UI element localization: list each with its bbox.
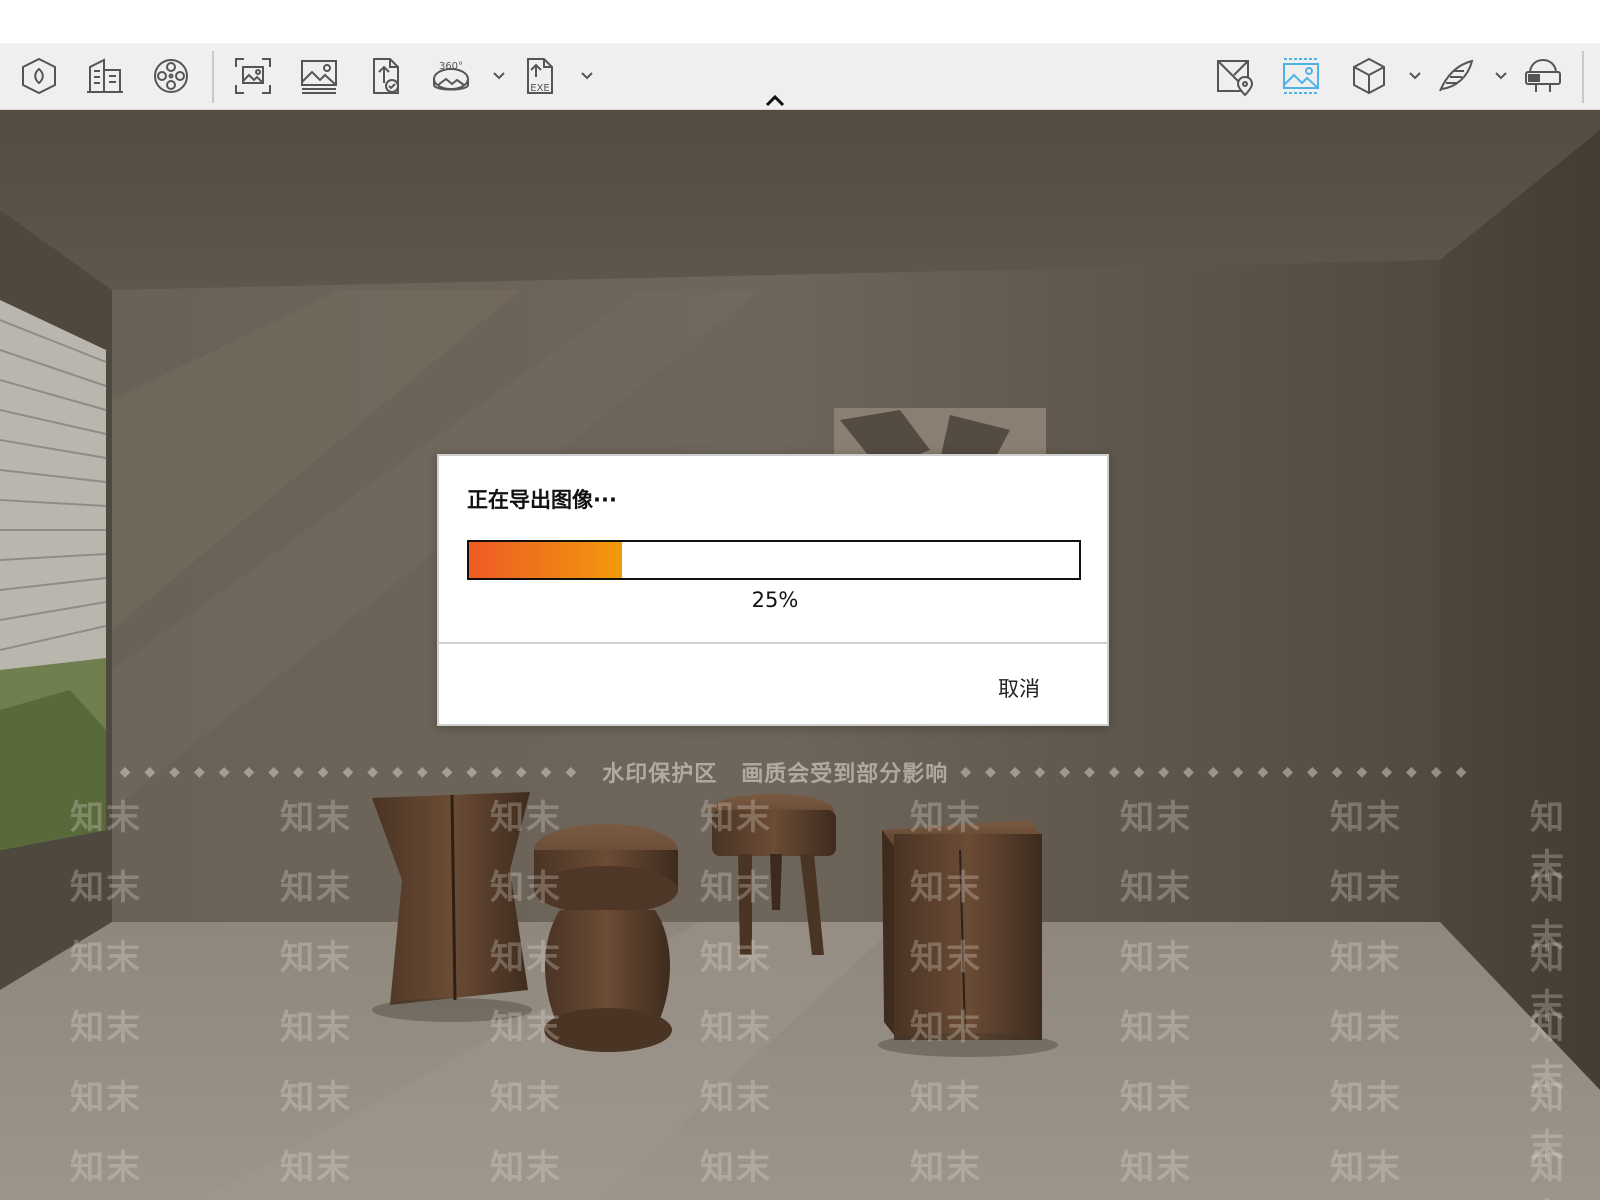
cancel-button[interactable]: 取消 [979,668,1059,708]
cube-icon[interactable] [1344,53,1394,99]
film-reel-icon[interactable] [146,53,196,99]
watermark-diamonds: ◆◆◆◆◆◆◆◆◆◆◆◆◆◆◆◆◆◆◆◆◆ [960,764,1481,780]
dialog-title: 正在导出图像··· [467,488,617,512]
image-active-icon[interactable] [1276,53,1326,99]
feather-icon[interactable] [1430,53,1480,99]
panorama-dropdown-chevron-down-icon[interactable] [490,65,508,87]
image-icon[interactable] [294,53,344,99]
collapse-toolbar-chevron-up-icon[interactable] [762,93,788,109]
app-window: 360° EXE ◆◆◆◆◆◆◆◆◆◆◆◆◆◆◆◆◆◆◆ 水印保护区 画质会受到… [0,0,1600,1200]
building-icon[interactable] [80,53,130,99]
export-progress-dialog: 正在导出图像··· 25% 取消 [437,454,1109,726]
dialog-divider [439,642,1107,644]
toolbar-separator [212,51,214,103]
watermark-diamonds: ◆◆◆◆◆◆◆◆◆◆◆◆◆◆◆◆◆◆◆ [119,764,591,780]
vr-headset-icon[interactable] [1518,53,1568,99]
export-exe-icon[interactable]: EXE [514,53,564,99]
cube-dropdown-chevron-down-icon[interactable] [1406,65,1424,87]
progress-percent-label: 25% [751,588,799,612]
watermark-text-quality: 画质会受到部分影响 [741,762,949,787]
export-file-icon[interactable] [360,53,410,99]
capture-frame-icon[interactable] [228,53,278,99]
svg-text:EXE: EXE [530,83,550,94]
watermark-text-protect: 水印保护区 [602,762,718,787]
main-toolbar: 360° EXE [0,43,1600,110]
svg-text:360°: 360° [439,61,463,72]
toolbar-separator [1582,51,1584,103]
panorama-360-icon[interactable]: 360° [426,53,476,99]
title-bar [0,0,1600,43]
exe-dropdown-chevron-down-icon[interactable] [578,65,596,87]
progress-bar [467,540,1081,580]
feather-dropdown-chevron-down-icon[interactable] [1492,65,1510,87]
render-icon[interactable] [14,53,64,99]
progress-bar-fill [469,542,622,578]
watermark-band: ◆◆◆◆◆◆◆◆◆◆◆◆◆◆◆◆◆◆◆ 水印保护区 画质会受到部分影响 ◆◆◆◆… [0,752,1600,792]
map-pin-icon[interactable] [1210,53,1260,99]
